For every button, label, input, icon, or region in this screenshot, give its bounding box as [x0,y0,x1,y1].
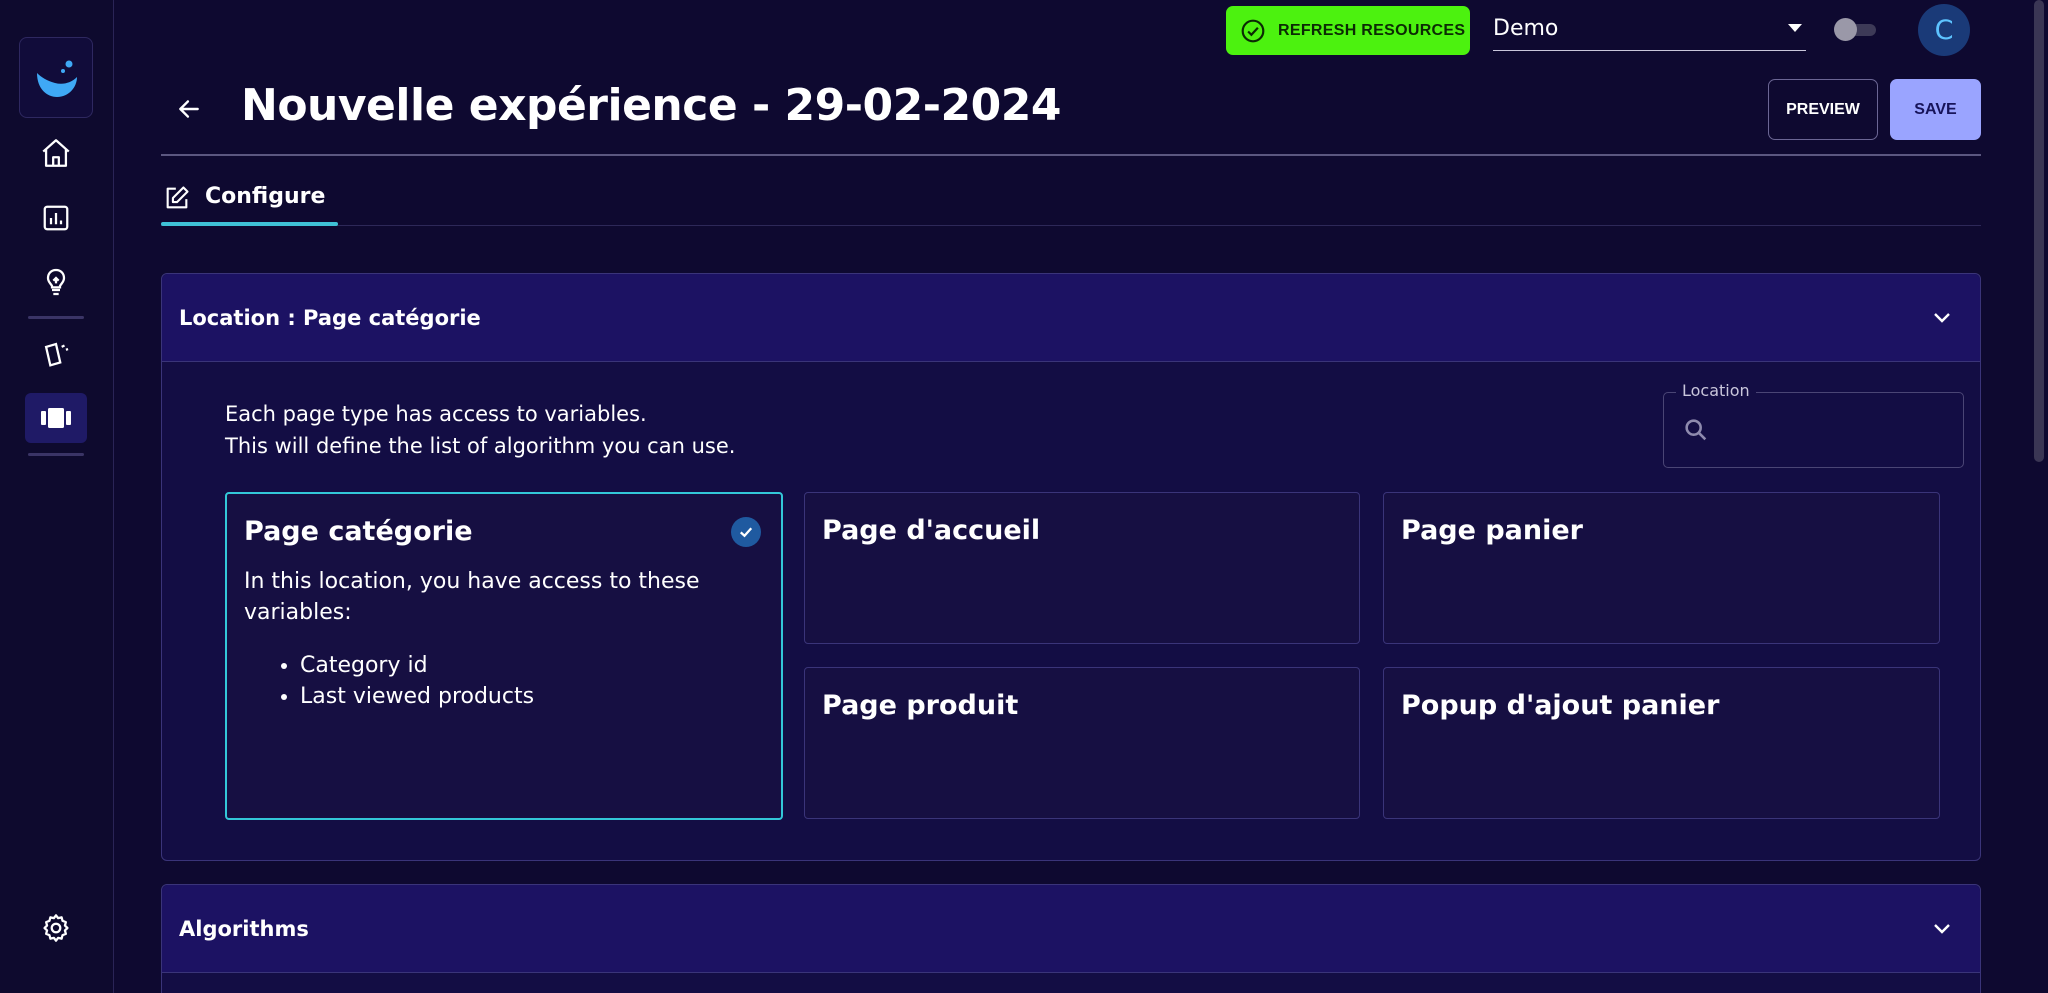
home-icon [42,139,70,167]
project-select-value: Demo [1493,15,1559,41]
search-icon [1685,419,1707,441]
location-card-title: Page catégorie [244,516,473,547]
sidebar [0,0,114,993]
app-logo[interactable] [19,37,93,118]
location-card-title: Page d'accueil [822,515,1041,546]
sidebar-divider [28,453,84,456]
sidebar-item-cards[interactable] [25,329,87,379]
location-card-body: In this location, you have access to the… [244,566,704,712]
preview-button[interactable]: PREVIEW [1768,79,1878,140]
variables-list: Category id Last viewed products [244,650,704,712]
algorithms-section-title: Algorithms [179,916,309,941]
refresh-resources-label: REFRESH RESOURCES [1278,21,1466,39]
header-divider [161,154,1981,156]
description-line: This will define the list of algorithm y… [225,434,736,458]
sidebar-item-settings[interactable] [25,903,87,953]
location-card-page-categorie[interactable]: Page catégorie In this location, you hav… [225,492,783,820]
variable-item: Last viewed products [300,681,704,712]
location-search-field[interactable]: Location [1663,381,1964,468]
sidebar-item-insights[interactable] [25,257,87,307]
arrow-left-icon [179,100,199,118]
tab-configure[interactable]: Configure [161,184,338,226]
refresh-resources-button[interactable]: REFRESH RESOURCES [1226,6,1470,55]
location-section-title: Location : Page catégorie [179,305,481,330]
avatar-initial: C [1934,14,1954,46]
page-title: Nouvelle expérience - 29-02-2024 [241,80,1062,131]
chart-icon [43,205,69,231]
location-card-description: In this location, you have access to the… [244,569,700,625]
theme-toggle[interactable] [1834,18,1878,41]
chevron-down-icon [1934,312,1950,323]
chevron-down-icon [1934,923,1950,934]
tab-configure-label: Configure [205,184,326,209]
selected-check-icon [731,517,761,547]
carousel-icon [41,408,71,428]
user-avatar[interactable]: C [1918,4,1970,56]
description-line: Each page type has access to variables. [225,402,647,426]
location-card-title: Page produit [822,690,1019,721]
location-card-page-panier[interactable]: Page panier [1383,492,1940,644]
variable-item: Category id [300,650,704,681]
active-tab-indicator [161,222,338,226]
location-card-title: Popup d'ajout panier [1401,690,1720,721]
back-button[interactable] [172,92,206,126]
project-select[interactable]: Demo [1493,6,1806,51]
page-scrollbar[interactable] [2034,0,2044,462]
lightbulb-icon [46,268,66,296]
gear-icon [43,914,69,942]
location-search-label: Location [1676,381,1756,400]
sidebar-item-home[interactable] [25,128,87,178]
logo-icon [37,60,77,97]
save-button[interactable]: SAVE [1890,79,1981,140]
location-card-title: Page panier [1401,515,1583,546]
sidebar-item-experiences[interactable] [25,393,87,443]
location-section-header[interactable]: Location : Page catégorie [162,274,1980,362]
location-search-input[interactable] [1716,411,1946,449]
location-card-popup-ajout-panier[interactable]: Popup d'ajout panier [1383,667,1940,819]
tabs-divider [161,225,1981,226]
edit-icon [166,186,189,209]
location-description: Each page type has access to variables. … [225,398,735,462]
algorithms-section-header[interactable]: Algorithms [162,885,1980,973]
cards-icon [44,342,69,367]
toggle-knob [1834,18,1857,41]
sidebar-divider [28,316,84,319]
location-card-page-accueil[interactable]: Page d'accueil [804,492,1360,644]
algorithms-section: Algorithms [161,884,1981,993]
location-section: Location : Page catégorie Each page type… [161,273,1981,861]
sidebar-item-analytics[interactable] [25,193,87,243]
caret-down-icon [1788,24,1802,32]
check-circle-icon [1241,19,1265,42]
location-card-page-produit[interactable]: Page produit [804,667,1360,819]
